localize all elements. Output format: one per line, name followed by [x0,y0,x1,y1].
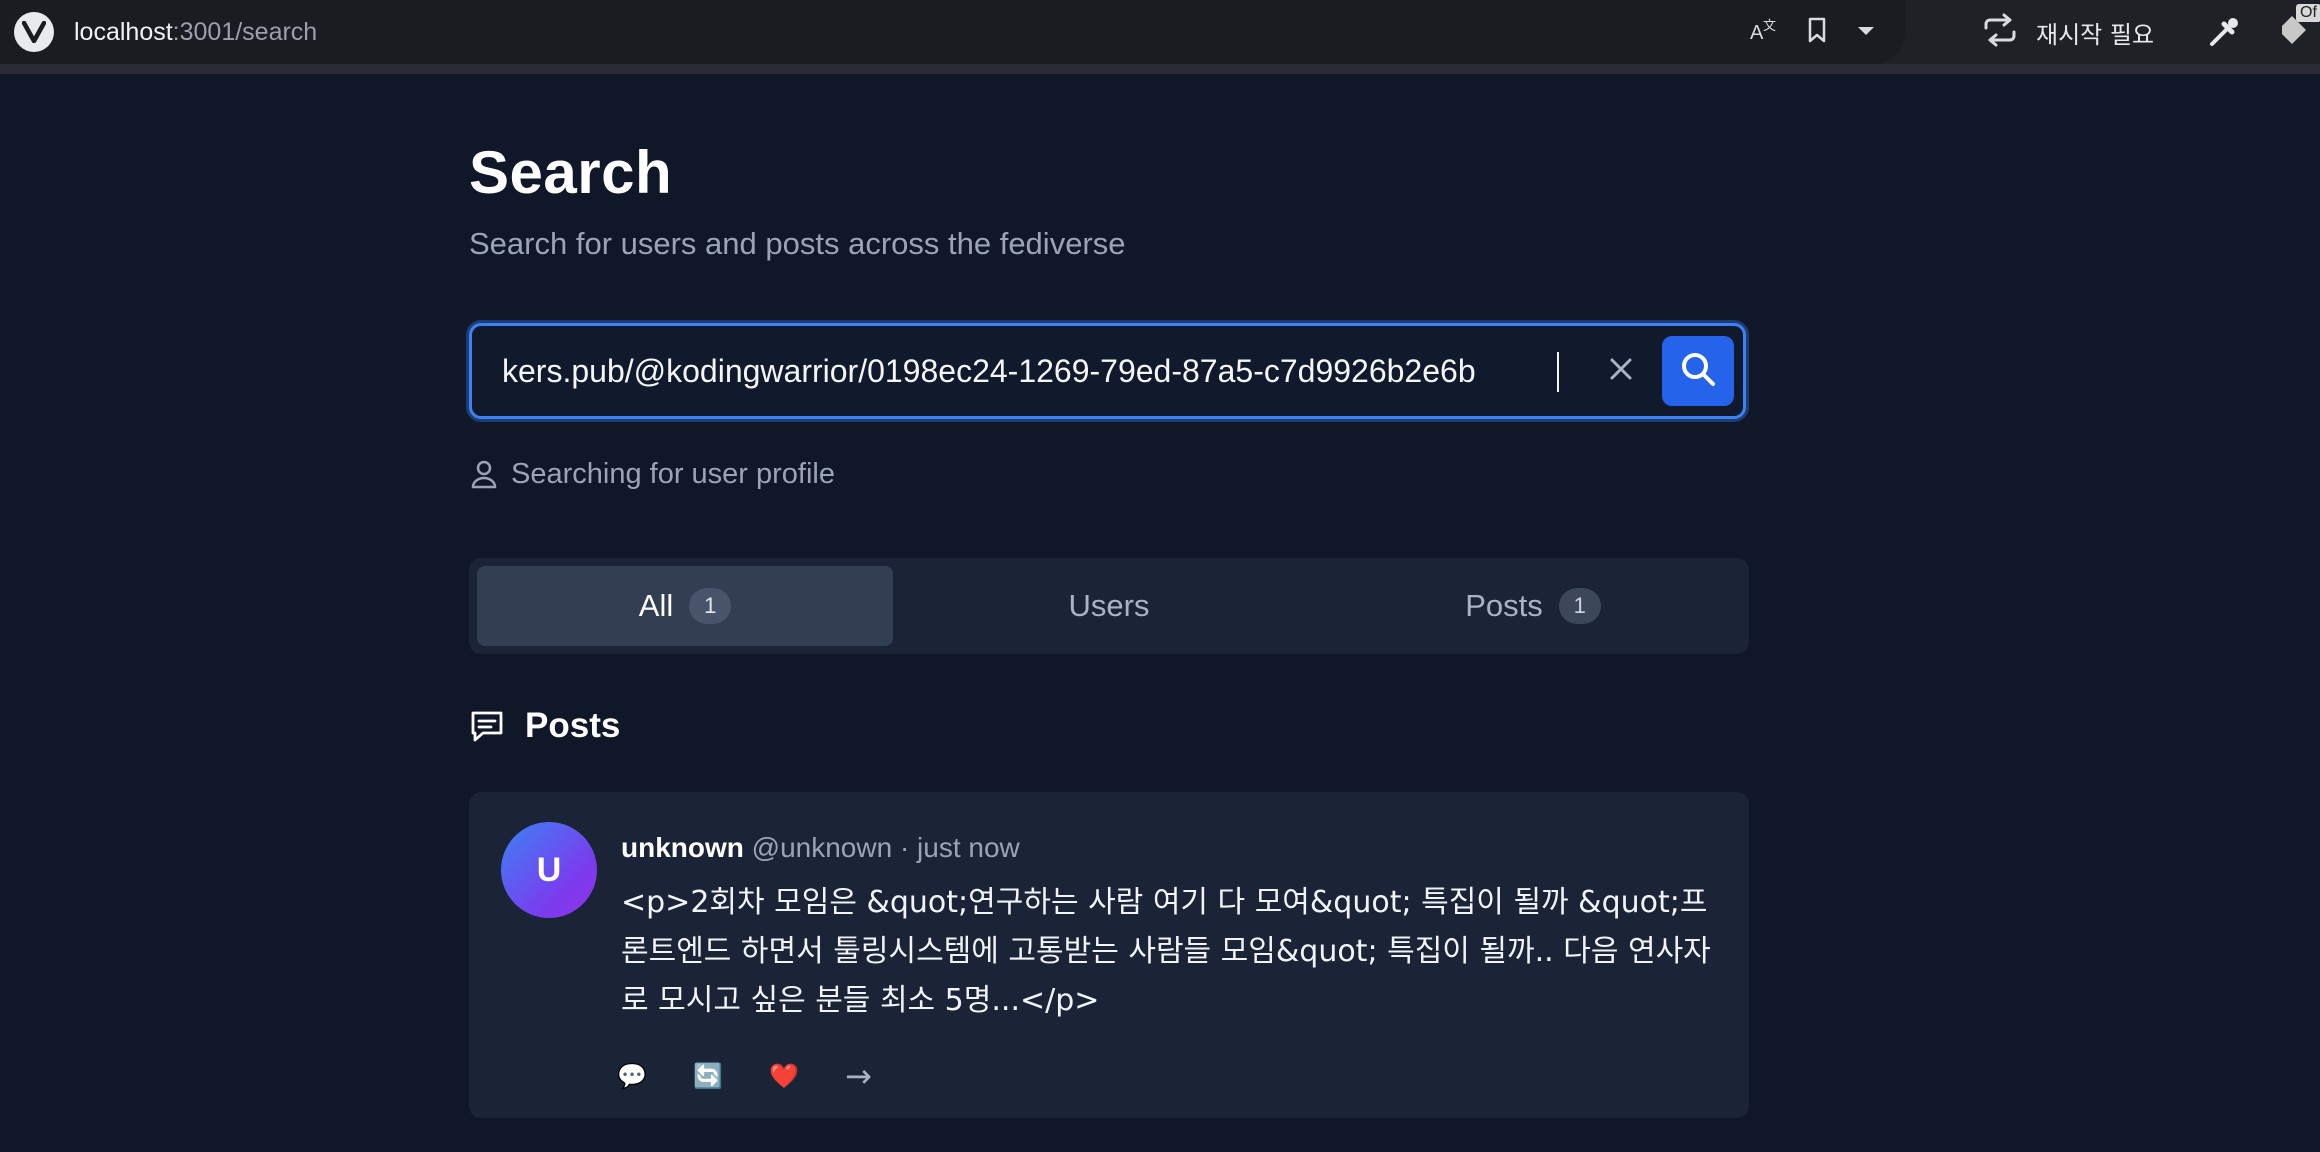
extension-badge-label: Of [2296,4,2320,22]
chevron-down-icon[interactable] [1856,23,1876,42]
search-status-hint: Searching for user profile [469,454,835,494]
search-icon [1678,349,1718,393]
post-actions: 💬 🔄 ❤️ → [617,1054,921,1098]
tab-count-badge: 1 [1558,588,1601,624]
restart-icon [1980,12,2020,52]
page-title: Search [469,139,673,206]
repeat-icon: 🔄 [693,1062,723,1090]
post-meta: @unknown · just now [743,832,1020,863]
message-square-icon [469,709,505,743]
tab-all[interactable]: All 1 [477,566,893,646]
tab-posts[interactable]: Posts 1 [1325,566,1741,646]
tab-users[interactable]: Users [901,566,1317,646]
restart-label: 재시작 필요 [2036,20,2155,49]
search-status-text: Searching for user profile [511,457,835,490]
post-card[interactable]: U unknown @unknown · just now <p>2회차 모임은… [469,792,1749,1118]
close-icon [1606,354,1636,388]
tab-label: All [638,588,674,623]
avatar[interactable]: U [501,822,597,918]
color-picker-extension-icon[interactable] [2206,14,2242,54]
clear-search-button[interactable] [1596,346,1646,396]
author-name[interactable]: unknown [621,832,744,863]
speech-bubble-icon: 💬 [617,1062,647,1090]
search-box [469,323,1746,419]
chrome-divider [0,64,2320,74]
page-subtitle: Search for users and posts across the fe… [469,226,1126,261]
browser-chrome: localhost:3001/search A文 재시작 필요 Of [0,0,2320,72]
tab-label: Users [1068,588,1150,623]
url-path: :3001/search [172,17,318,46]
arrow-right-icon: → [845,1057,872,1095]
address-bar[interactable]: localhost:3001/search A文 [0,0,1906,64]
heart-icon: ❤️ [769,1062,799,1090]
open-post-button[interactable]: → [845,1054,921,1098]
boost-button[interactable]: 🔄 [693,1054,769,1098]
url-text[interactable]: localhost:3001/search [74,18,317,47]
search-submit-button[interactable] [1662,336,1734,406]
posts-section-header: Posts [469,702,620,750]
like-button[interactable]: ❤️ [769,1054,845,1098]
search-input[interactable] [502,340,1522,402]
user-icon [471,459,497,489]
tab-count-badge: 1 [689,588,732,624]
url-host: localhost [74,17,173,46]
translate-icon[interactable]: A文 [1748,15,1778,49]
text-caret [1557,352,1559,392]
vivaldi-logo-icon[interactable] [14,12,54,52]
reply-button[interactable]: 💬 [617,1054,693,1098]
section-title: Posts [525,706,621,745]
bookmark-icon[interactable] [1806,16,1828,48]
tab-label: Posts [1465,588,1543,623]
svg-text:文: 文 [1763,19,1776,34]
restart-required-button[interactable]: 재시작 필요 [1980,0,2154,64]
post-content: <p>2회차 모임은 &quot;연구하는 사람 여기 다 모여&quot; 특… [621,885,1711,1018]
post-header: unknown @unknown · just now [621,832,1020,864]
result-tabs: All 1 Users Posts 1 [469,558,1749,654]
svg-text:A: A [1750,22,1764,44]
